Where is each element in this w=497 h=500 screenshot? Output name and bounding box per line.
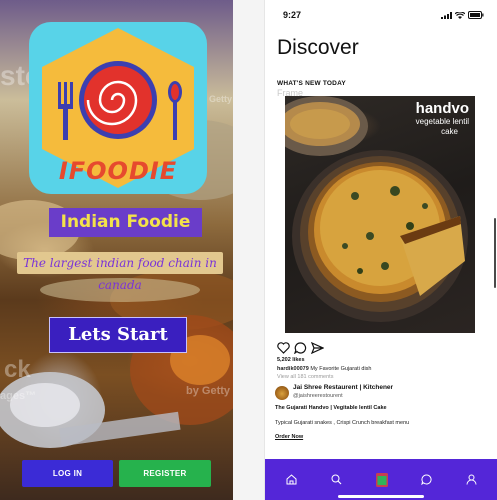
post-caption: hardik00079 My Favorite Gujarati dish [277,366,371,372]
login-button[interactable]: LOG IN [22,460,113,487]
nav-profile[interactable] [462,470,482,490]
dish-title: The Gujarati Handvo | Vegitable lentil C… [275,405,387,411]
scrollbar-thumb[interactable] [494,218,496,288]
search-icon [331,474,342,485]
wifi-icon [455,12,465,19]
dish-description: Typical Gujarati snakes , Crispi Crunch … [275,420,410,426]
watermark-text: ck [4,356,31,383]
chat-icon [421,474,432,485]
tagline: The largest indian food chain in canada [17,252,223,292]
page-title: Discover [277,36,359,59]
watermark-text: ages™ [0,390,37,402]
caption-text: My Favorite Gujarati dish [310,366,372,372]
heart-icon[interactable] [277,342,290,354]
post-image-title: handvo [415,100,469,117]
post-image-subtitle: cake [441,127,458,136]
share-icon[interactable] [311,342,324,354]
status-bar: 9:27 [265,0,497,26]
battery-icon [468,11,484,19]
app-mockup-canvas: stock by Getty ages™ ck by Getty [0,0,497,500]
bottom-navigation [265,459,497,500]
nav-chat[interactable] [417,470,437,490]
order-now-link[interactable]: Order Now [275,434,303,440]
section-heading: WHAT'S NEW TODAY [277,80,346,87]
caption-username[interactable]: hardik00079 [277,366,309,372]
lets-start-button[interactable]: Lets Start [49,317,187,353]
app-name-badge: Indian Foodie [49,208,202,237]
post-image-subtitle: vegetable lentil [415,117,469,126]
comment-icon[interactable] [294,342,307,354]
home-icon [286,474,297,485]
watermark-text: by Getty [186,385,231,397]
logo-text: IFOODIE [58,157,178,185]
home-indicator [338,495,424,498]
like-count: 5,202 likes [277,357,305,363]
restaurant-handle: @jaishreerestourent [293,393,343,399]
discover-screen: 9:27 Discover WHAT'S NEW TODAY Frame han… [264,0,497,500]
welcome-screen: stock by Getty ages™ ck by Getty [0,0,233,500]
add-post-icon [375,472,388,487]
status-icons [441,11,484,19]
signal-icon [441,12,452,19]
restaurant-avatar[interactable] [275,386,289,400]
nav-home[interactable] [282,470,302,490]
plate-spiral-icon [79,61,157,139]
restaurant-name[interactable]: Jai Shree Restaurent | Kitchener [293,384,393,391]
app-logo: IFOODIE [29,22,207,194]
register-button[interactable]: REGISTER [119,460,211,487]
view-comments-link[interactable]: View all 181 comments [277,374,333,380]
status-time: 9:27 [283,10,302,20]
nav-add-post[interactable] [372,470,392,490]
post-actions [277,342,324,354]
profile-icon [466,474,477,485]
post-image[interactable]: handvo vegetable lentil cake [285,96,475,333]
nav-search[interactable] [327,470,347,490]
